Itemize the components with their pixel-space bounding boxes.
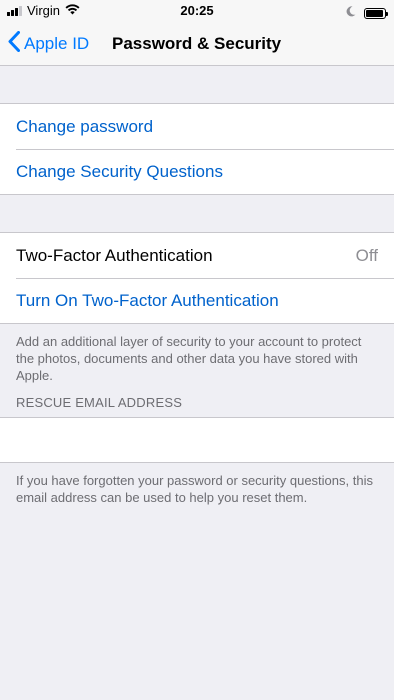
navigation-bar: Apple ID Password & Security [0, 22, 394, 66]
rescue-email-footer: If you have forgotten your password or s… [16, 473, 373, 505]
settings-content: Change password Change Security Question… [0, 66, 394, 517]
moon-icon [346, 4, 356, 22]
status-time: 20:25 [180, 3, 214, 18]
change-password-button[interactable]: Change password [0, 104, 394, 149]
two-factor-group: Two-Factor Authentication Off Turn On Tw… [0, 232, 394, 324]
page-title: Password & Security [112, 34, 282, 53]
two-factor-row: Two-Factor Authentication Off [0, 233, 394, 278]
two-factor-status: Off [355, 245, 378, 265]
two-factor-label: Two-Factor Authentication [16, 245, 213, 265]
back-label: Apple ID [24, 34, 90, 53]
turn-on-two-factor-button[interactable]: Turn On Two-Factor Authentication [0, 278, 394, 323]
status-bar: Virgin 20:25 [0, 0, 394, 22]
back-button[interactable]: Apple ID [8, 22, 89, 66]
change-security-questions-button[interactable]: Change Security Questions [0, 149, 394, 194]
battery-icon [364, 7, 388, 19]
two-factor-footer: Add an additional layer of security to y… [16, 334, 362, 383]
chevron-left-icon [8, 31, 24, 57]
rescue-email-field[interactable] [0, 417, 394, 463]
account-group: Change password Change Security Question… [0, 103, 394, 195]
status-right [346, 4, 388, 22]
rescue-email-header: RESCUE EMAIL ADDRESS [16, 395, 183, 410]
